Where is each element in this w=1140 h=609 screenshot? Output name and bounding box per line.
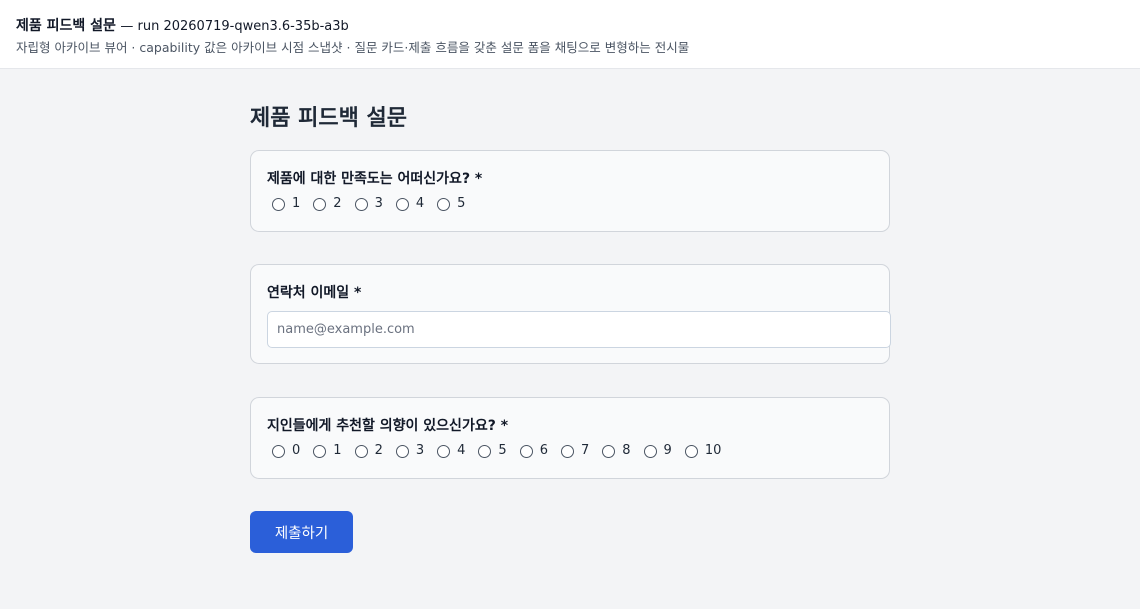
radio-option[interactable]: 8 [602, 443, 631, 459]
radio-option[interactable]: 4 [395, 196, 425, 212]
radio-button[interactable] [519, 444, 533, 458]
radio-option-label: 3 [374, 196, 383, 211]
radio-button[interactable] [684, 444, 698, 458]
question-label: 연락처 이메일 * [267, 285, 362, 301]
question-label: 제품에 대한 만족도는 어떠신가요? * [267, 171, 483, 187]
radio-option[interactable]: 3 [354, 196, 383, 212]
radio-option-label: 3 [415, 443, 425, 458]
radio-button[interactable] [313, 444, 327, 458]
radio-option-label: 5 [457, 196, 466, 211]
radio-option-label: 5 [498, 443, 507, 458]
app-title: 제품 피드백 설문 [16, 18, 116, 34]
header-subtitle: 자립형 아카이브 뷰어 · capability 값은 아카이브 시점 스냅샷 … [16, 40, 690, 55]
radio-option[interactable]: 9 [643, 443, 672, 459]
radio-option-label: 1 [292, 196, 301, 211]
radio-option[interactable]: 10 [684, 443, 722, 459]
radio-option[interactable]: 6 [519, 443, 548, 459]
radio-option[interactable]: 2 [313, 196, 342, 212]
radio-button[interactable] [272, 197, 285, 211]
radio-button[interactable] [395, 444, 409, 458]
question-card-recommend: 지인들에게 추천할 의향이 있으신가요? * 0 1 2 3 4 5 6 7 8… [250, 397, 890, 479]
radio-button[interactable] [272, 444, 285, 458]
question-label: 지인들에게 추천할 의향이 있으신가요? * [267, 418, 509, 434]
radio-button[interactable] [437, 197, 451, 211]
radio-option-label: 7 [580, 443, 590, 458]
rating-radio-group: 1 2 3 4 5 [272, 196, 873, 212]
radio-option[interactable]: 4 [437, 443, 465, 459]
radio-option[interactable]: 5 [478, 443, 507, 459]
radio-option-label: 2 [333, 196, 342, 211]
radio-button[interactable] [354, 197, 368, 211]
radio-option-label: 4 [415, 196, 425, 211]
radio-button[interactable] [560, 444, 574, 458]
submit-button[interactable]: 제출하기 [250, 511, 353, 553]
radio-button[interactable] [437, 444, 451, 458]
radio-button[interactable] [478, 444, 492, 458]
nps-radio-group: 0 1 2 3 4 5 6 7 8 9 10 [272, 443, 873, 459]
radio-option-label: 8 [622, 443, 631, 458]
radio-option-label: 9 [663, 443, 672, 458]
radio-option-label: 2 [374, 443, 383, 458]
radio-option-label: 10 [704, 443, 722, 458]
radio-button[interactable] [643, 444, 657, 458]
radio-option[interactable]: 7 [560, 443, 590, 459]
radio-option[interactable]: 5 [437, 196, 465, 212]
radio-option[interactable]: 1 [313, 443, 342, 459]
question-card-satisfaction: 제품에 대한 만족도는 어떠신가요? * 1 2 3 4 5 [250, 150, 890, 232]
radio-button[interactable] [354, 444, 368, 458]
header-title-line: 제품 피드백 설문 — run 20260719-qwen3.6-35b-a3b [16, 16, 1140, 37]
radio-button[interactable] [395, 197, 409, 211]
email-input[interactable] [267, 311, 891, 348]
form-title: 제품 피드백 설문 [250, 106, 407, 131]
radio-option-label: 1 [333, 443, 342, 458]
radio-option[interactable]: 2 [354, 443, 383, 459]
radio-option[interactable]: 0 [272, 443, 300, 459]
radio-button[interactable] [313, 197, 327, 211]
radio-option-label: 6 [539, 443, 548, 458]
radio-option[interactable]: 3 [395, 443, 425, 459]
top-header: 제품 피드백 설문 — run 20260719-qwen3.6-35b-a3b… [0, 0, 1140, 69]
radio-button[interactable] [602, 444, 616, 458]
radio-option-label: 0 [292, 443, 301, 458]
run-label: — run 20260719-qwen3.6-35b-a3b [120, 19, 349, 34]
radio-option-label: 4 [457, 443, 466, 458]
question-card-email: 연락처 이메일 * [250, 264, 891, 364]
radio-option[interactable]: 1 [272, 196, 300, 212]
